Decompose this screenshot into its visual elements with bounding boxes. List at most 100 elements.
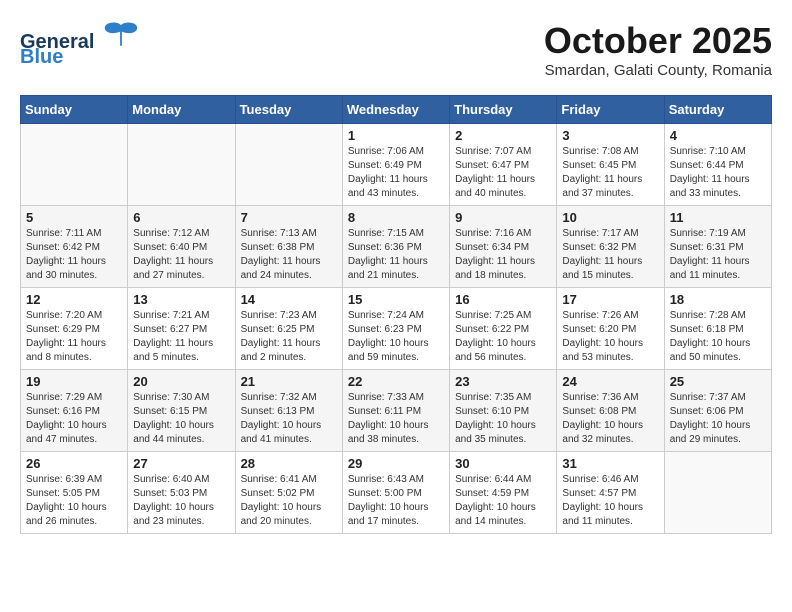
calendar-day-30: 30 Sunrise: 6:44 AM Sunset: 4:59 PM Dayli…: [450, 452, 557, 534]
calendar-day-23: 23Sunrise: 7:35 AM Sunset: 6:10 PM Dayli…: [450, 370, 557, 452]
calendar-week-row: 26 Sunrise: 6:39 AM Sunset: 5:05 PM Dayli…: [21, 452, 772, 534]
day-info: Sunrise: 7:11 AM Sunset: 6:42 PM Dayligh…: [26, 227, 122, 283]
calendar-day-13: 13 Sunrise: 7:21 AM Sunset: 6:27 PM Dayli…: [128, 288, 235, 370]
calendar-week-row: 19Sunrise: 7:29 AM Sunset: 6:16 PM Dayli…: [21, 370, 772, 452]
calendar-day-28: 28 Sunrise: 6:41 AM Sunset: 5:02 PM Dayli…: [235, 452, 342, 534]
calendar-day-24: 24 Sunrise: 7:36 AM Sunset: 6:08 PM Dayli…: [557, 370, 664, 452]
calendar-day-31: 31Sunrise: 6:46 AM Sunset: 4:57 PM Dayli…: [557, 452, 664, 534]
day-number: 28: [241, 456, 337, 471]
calendar-day-16: 16Sunrise: 7:25 AM Sunset: 6:22 PM Dayli…: [450, 288, 557, 370]
calendar-empty-cell: [235, 124, 342, 206]
day-info: Sunrise: 6:41 AM Sunset: 5:02 PM Dayligh…: [241, 473, 337, 529]
day-info: Sunrise: 7:30 AM Sunset: 6:15 PM Dayligh…: [133, 391, 229, 447]
day-info: Sunrise: 6:44 AM Sunset: 4:59 PM Dayligh…: [455, 473, 551, 529]
calendar-day-7: 7Sunrise: 7:13 AM Sunset: 6:38 PM Daylig…: [235, 206, 342, 288]
weekday-header-monday: Monday: [128, 96, 235, 124]
day-number: 27: [133, 456, 229, 471]
calendar-week-row: 5 Sunrise: 7:11 AM Sunset: 6:42 PM Daylig…: [21, 206, 772, 288]
day-number: 16: [455, 292, 551, 307]
day-number: 31: [562, 456, 658, 471]
day-info: Sunrise: 7:19 AM Sunset: 6:31 PM Dayligh…: [670, 227, 766, 283]
day-number: 14: [241, 292, 337, 307]
day-number: 25: [670, 374, 766, 389]
day-number: 30: [455, 456, 551, 471]
day-info: Sunrise: 6:43 AM Sunset: 5:00 PM Dayligh…: [348, 473, 444, 529]
day-info: Sunrise: 7:20 AM Sunset: 6:29 PM Dayligh…: [26, 309, 122, 365]
calendar-day-10: 10Sunrise: 7:17 AM Sunset: 6:32 PM Dayli…: [557, 206, 664, 288]
calendar-day-4: 4Sunrise: 7:10 AM Sunset: 6:44 PM Daylig…: [664, 124, 771, 206]
day-info: Sunrise: 7:12 AM Sunset: 6:40 PM Dayligh…: [133, 227, 229, 283]
calendar-day-9: 9Sunrise: 7:16 AM Sunset: 6:34 PM Daylig…: [450, 206, 557, 288]
day-info: Sunrise: 7:26 AM Sunset: 6:20 PM Dayligh…: [562, 309, 658, 365]
month-title: October 2025: [544, 20, 772, 62]
calendar-day-22: 22 Sunrise: 7:33 AM Sunset: 6:11 PM Dayli…: [342, 370, 449, 452]
day-info: Sunrise: 7:06 AM Sunset: 6:49 PM Dayligh…: [348, 145, 444, 201]
day-number: 13: [133, 292, 229, 307]
weekday-header-tuesday: Tuesday: [235, 96, 342, 124]
day-info: Sunrise: 7:37 AM Sunset: 6:06 PM Dayligh…: [670, 391, 766, 447]
day-info: Sunrise: 7:23 AM Sunset: 6:25 PM Dayligh…: [241, 309, 337, 365]
logo: General Blue: [20, 20, 139, 69]
weekday-header-friday: Friday: [557, 96, 664, 124]
calendar-empty-cell: [128, 124, 235, 206]
day-info: Sunrise: 7:36 AM Sunset: 6:08 PM Dayligh…: [562, 391, 658, 447]
day-info: Sunrise: 7:21 AM Sunset: 6:27 PM Dayligh…: [133, 309, 229, 365]
calendar-empty-cell: [21, 124, 128, 206]
calendar-week-row: 12 Sunrise: 7:20 AM Sunset: 6:29 PM Dayli…: [21, 288, 772, 370]
day-number: 22: [348, 374, 444, 389]
location: Smardan, Galati County, Romania: [544, 62, 772, 79]
day-number: 17: [562, 292, 658, 307]
calendar-day-14: 14 Sunrise: 7:23 AM Sunset: 6:25 PM Dayli…: [235, 288, 342, 370]
calendar-day-27: 27 Sunrise: 6:40 AM Sunset: 5:03 PM Dayli…: [128, 452, 235, 534]
day-info: Sunrise: 7:32 AM Sunset: 6:13 PM Dayligh…: [241, 391, 337, 447]
calendar-day-29: 29 Sunrise: 6:43 AM Sunset: 5:00 PM Dayli…: [342, 452, 449, 534]
weekday-header-sunday: Sunday: [21, 96, 128, 124]
day-info: Sunrise: 7:17 AM Sunset: 6:32 PM Dayligh…: [562, 227, 658, 283]
page-header: General Blue October 2025 Smardan, Galat…: [20, 20, 772, 79]
weekday-header-thursday: Thursday: [450, 96, 557, 124]
day-info: Sunrise: 7:33 AM Sunset: 6:11 PM Dayligh…: [348, 391, 444, 447]
day-number: 4: [670, 128, 766, 143]
day-number: 2: [455, 128, 551, 143]
calendar-day-12: 12 Sunrise: 7:20 AM Sunset: 6:29 PM Dayli…: [21, 288, 128, 370]
calendar-day-25: 25 Sunrise: 7:37 AM Sunset: 6:06 PM Dayli…: [664, 370, 771, 452]
day-number: 12: [26, 292, 122, 307]
day-info: Sunrise: 6:39 AM Sunset: 5:05 PM Dayligh…: [26, 473, 122, 529]
day-info: Sunrise: 7:28 AM Sunset: 6:18 PM Dayligh…: [670, 309, 766, 365]
calendar-day-20: 20 Sunrise: 7:30 AM Sunset: 6:15 PM Dayli…: [128, 370, 235, 452]
calendar-day-3: 3Sunrise: 7:08 AM Sunset: 6:45 PM Daylig…: [557, 124, 664, 206]
day-number: 15: [348, 292, 444, 307]
weekday-header-wednesday: Wednesday: [342, 96, 449, 124]
day-number: 9: [455, 210, 551, 225]
day-number: 26: [26, 456, 122, 471]
calendar-day-8: 8 Sunrise: 7:15 AM Sunset: 6:36 PM Daylig…: [342, 206, 449, 288]
day-number: 1: [348, 128, 444, 143]
calendar-day-21: 21Sunrise: 7:32 AM Sunset: 6:13 PM Dayli…: [235, 370, 342, 452]
day-number: 29: [348, 456, 444, 471]
calendar-day-1: 1 Sunrise: 7:06 AM Sunset: 6:49 PM Daylig…: [342, 124, 449, 206]
calendar-day-26: 26 Sunrise: 6:39 AM Sunset: 5:05 PM Dayli…: [21, 452, 128, 534]
calendar-day-18: 18 Sunrise: 7:28 AM Sunset: 6:18 PM Dayli…: [664, 288, 771, 370]
title-section: October 2025 Smardan, Galati County, Rom…: [544, 20, 772, 79]
weekday-header-row: SundayMondayTuesdayWednesdayThursdayFrid…: [21, 96, 772, 124]
day-info: Sunrise: 7:24 AM Sunset: 6:23 PM Dayligh…: [348, 309, 444, 365]
day-number: 5: [26, 210, 122, 225]
calendar-day-11: 11Sunrise: 7:19 AM Sunset: 6:31 PM Dayli…: [664, 206, 771, 288]
calendar-table: SundayMondayTuesdayWednesdayThursdayFrid…: [20, 95, 772, 534]
weekday-header-saturday: Saturday: [664, 96, 771, 124]
logo-blue: Blue: [20, 46, 63, 69]
day-info: Sunrise: 7:15 AM Sunset: 6:36 PM Dayligh…: [348, 227, 444, 283]
calendar-day-5: 5 Sunrise: 7:11 AM Sunset: 6:42 PM Daylig…: [21, 206, 128, 288]
day-number: 18: [670, 292, 766, 307]
day-number: 6: [133, 210, 229, 225]
day-info: Sunrise: 7:29 AM Sunset: 6:16 PM Dayligh…: [26, 391, 122, 447]
calendar-day-19: 19Sunrise: 7:29 AM Sunset: 6:16 PM Dayli…: [21, 370, 128, 452]
day-info: Sunrise: 7:13 AM Sunset: 6:38 PM Dayligh…: [241, 227, 337, 283]
calendar-day-17: 17 Sunrise: 7:26 AM Sunset: 6:20 PM Dayli…: [557, 288, 664, 370]
day-number: 20: [133, 374, 229, 389]
logo-bird-icon: [103, 20, 139, 48]
day-number: 24: [562, 374, 658, 389]
day-info: Sunrise: 6:40 AM Sunset: 5:03 PM Dayligh…: [133, 473, 229, 529]
calendar-day-15: 15 Sunrise: 7:24 AM Sunset: 6:23 PM Dayli…: [342, 288, 449, 370]
day-number: 8: [348, 210, 444, 225]
